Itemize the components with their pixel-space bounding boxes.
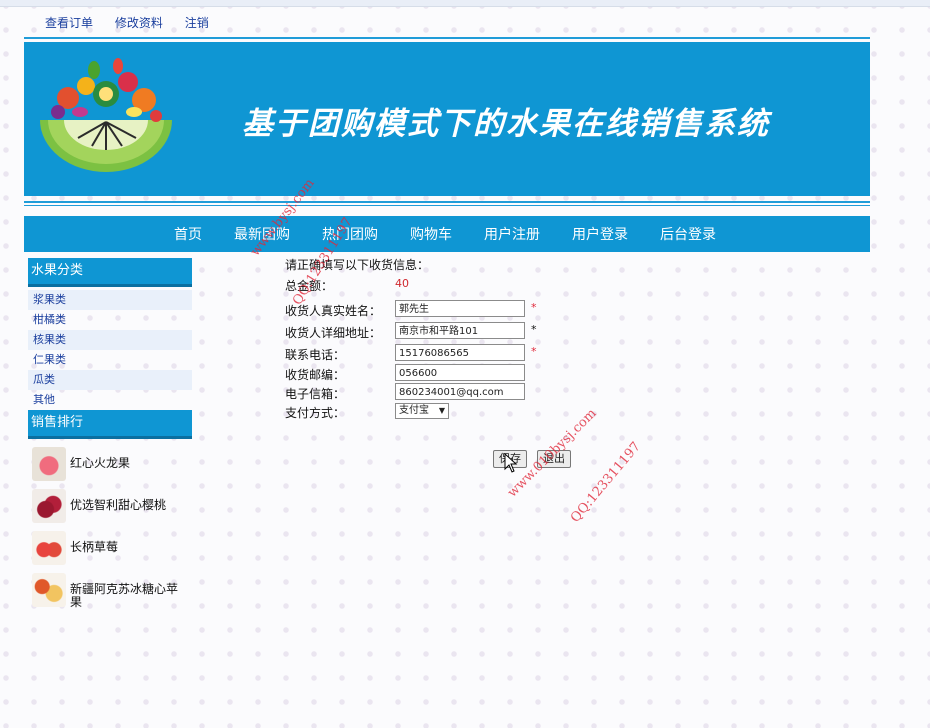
address-input[interactable]: 南京市和平路101 bbox=[395, 322, 525, 339]
nav-register[interactable]: 用户注册 bbox=[484, 224, 540, 244]
category-item[interactable]: 瓜类 bbox=[28, 370, 192, 390]
email-label: 电子信箱： bbox=[285, 387, 346, 401]
mouse-cursor-icon bbox=[504, 453, 518, 473]
total-amount: 40 bbox=[395, 277, 409, 290]
strawberry-thumbnail bbox=[32, 531, 66, 565]
dragon-fruit-thumbnail bbox=[32, 447, 66, 481]
apple-thumbnail bbox=[32, 573, 66, 607]
product-name: 优选智利甜心樱桃 bbox=[70, 498, 167, 512]
cherry-thumbnail bbox=[32, 489, 66, 523]
nav-login[interactable]: 用户登录 bbox=[572, 224, 628, 244]
category-panel: 水果分类 浆果类 柑橘类 核果类 仁果类 瓜类 其他 bbox=[28, 258, 192, 410]
payment-method-select[interactable]: 支付宝 ▼ bbox=[395, 403, 449, 419]
address-label: 收货人详细地址： bbox=[285, 326, 382, 340]
zip-input[interactable]: 056600 bbox=[395, 364, 525, 381]
dropdown-arrow-icon: ▼ bbox=[438, 406, 445, 415]
payment-label: 支付方式： bbox=[285, 406, 346, 420]
logout-link[interactable]: 注销 bbox=[185, 16, 209, 30]
receiver-name-input[interactable]: 郭先生 bbox=[395, 300, 525, 317]
zip-label: 收货邮编： bbox=[285, 368, 346, 382]
phone-label: 联系电话： bbox=[285, 348, 346, 362]
top-links: 查看订单 修改资料 注销 bbox=[45, 14, 227, 31]
category-item[interactable]: 浆果类 bbox=[28, 290, 192, 310]
product-name: 新疆阿克苏冰糖心苹果 bbox=[70, 582, 179, 609]
nav-cart[interactable]: 购物车 bbox=[410, 224, 452, 244]
sales-ranking-panel: 销售排行 红心火龙果 优选智利甜心樱桃 长柄草莓 新疆阿克苏冰糖心苹果 bbox=[28, 410, 192, 615]
required-mark: * bbox=[531, 345, 537, 358]
main-nav: 首页 最新团购 热门团购 购物车 用户注册 用户登录 后台登录 bbox=[24, 216, 870, 252]
category-item[interactable]: 其他 bbox=[28, 390, 192, 410]
nav-home[interactable]: 首页 bbox=[174, 224, 202, 244]
banner-top-line bbox=[24, 37, 870, 39]
banner-bottom-line bbox=[24, 201, 870, 203]
category-item[interactable]: 仁果类 bbox=[28, 350, 192, 370]
watermark: QQ:123311197 bbox=[568, 439, 644, 526]
site-title: 基于团购模式下的水果在线销售系统 bbox=[242, 106, 770, 142]
category-title: 水果分类 bbox=[28, 258, 192, 287]
ranking-title: 销售排行 bbox=[28, 410, 192, 439]
nav-admin-login[interactable]: 后台登录 bbox=[660, 224, 716, 244]
product-name: 长柄草莓 bbox=[70, 540, 119, 554]
fruit-bowl-logo bbox=[40, 58, 172, 172]
edit-profile-link[interactable]: 修改资料 bbox=[115, 16, 163, 30]
email-input[interactable]: 860234001@qq.com bbox=[395, 383, 525, 400]
ranking-product[interactable]: 红心火龙果 bbox=[28, 447, 192, 489]
view-orders-link[interactable]: 查看订单 bbox=[45, 16, 93, 30]
banner-bottom-line-2 bbox=[24, 205, 870, 206]
category-item[interactable]: 核果类 bbox=[28, 330, 192, 350]
ranking-product[interactable]: 长柄草莓 bbox=[28, 531, 192, 573]
required-mark: * bbox=[531, 301, 537, 314]
form-intro: 请正确填写以下收货信息： bbox=[285, 258, 430, 272]
phone-input[interactable]: 15176086565 bbox=[395, 344, 525, 361]
required-mark: * bbox=[531, 323, 537, 336]
category-item[interactable]: 柑橘类 bbox=[28, 310, 192, 330]
payment-selected-value: 支付宝 bbox=[399, 405, 429, 416]
browser-top-strip bbox=[0, 0, 930, 7]
site-banner: 基于团购模式下的水果在线销售系统 bbox=[24, 42, 870, 196]
ranking-product[interactable]: 新疆阿克苏冰糖心苹果 bbox=[28, 573, 192, 615]
ranking-product[interactable]: 优选智利甜心樱桃 bbox=[28, 489, 192, 531]
product-name: 红心火龙果 bbox=[70, 456, 131, 470]
